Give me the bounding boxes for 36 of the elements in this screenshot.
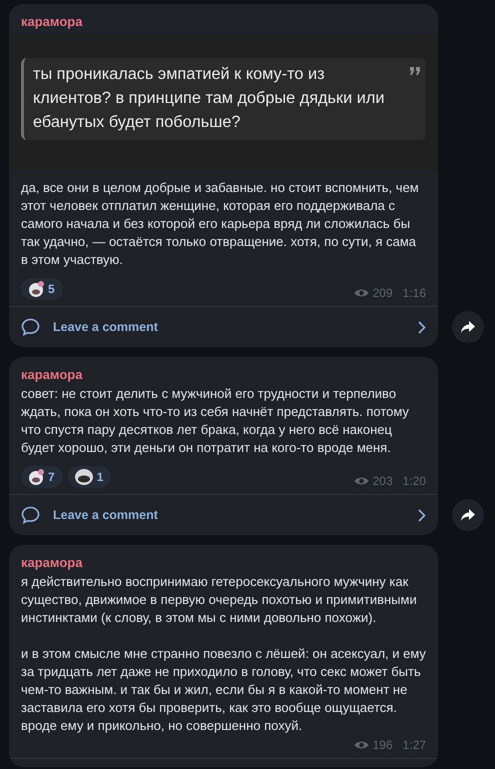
view-count: 203	[372, 474, 393, 488]
sticker-icon	[74, 468, 94, 486]
comment-label: Leave a comment	[53, 320, 159, 334]
message-time: 1:27	[402, 738, 426, 752]
chevron-right-icon	[418, 320, 426, 334]
eye-icon	[354, 740, 369, 750]
quote-icon	[410, 67, 420, 75]
eye-icon	[354, 476, 369, 486]
message-text: и в этом смысле мне странно повезло с лёшей: он асексуал, и ему за тридцать лет даже не приходило в голову, что секс может быть чем-то важным. и так бы и жил, если бы я в какой-то момент не заставила его хотя бы проверить, как это вообще ощущается. вроде ему и прикольно, но совершенно похуй.	[21, 645, 426, 735]
sticker-icon	[27, 280, 45, 298]
share-icon	[461, 509, 475, 521]
view-count: 196	[372, 738, 393, 752]
view-count: 209	[372, 286, 393, 300]
comment-row[interactable]: Leave a comment	[9, 306, 438, 347]
comment-row[interactable]: Leave a comment	[9, 494, 438, 535]
author-name: карамора	[20, 366, 84, 382]
quote-text: ты проникалась эмпатией к кому-то из клиентов? в принципе там добрые дядьки или ебанутых будет побольше?	[21, 58, 426, 140]
message-time: 1:16	[402, 286, 426, 300]
sticker-icon	[27, 468, 45, 486]
message-text: да, все они в целом добрые и забавные. но стоит вспомнить, чем этот человек отплатил женщине, которая его поддерживала с самого начала и без которой его карьера вряд ли сложилась бы так удачно, — остаётся только отвращение. хотя, по сути, я сама в этом участвую.	[21, 179, 420, 269]
message-text: я действительно воспринимаю гетеросексуального мужчину как существо, движимое в первую очередь похотью и примитивными инстинктами (к слову, в этом мы с ними довольно похожи).	[21, 573, 418, 627]
eye-icon	[354, 288, 369, 298]
comment-icon	[21, 318, 40, 336]
message-time: 1:20	[402, 474, 426, 488]
share-icon	[461, 321, 475, 333]
comment-icon	[21, 506, 40, 524]
share-button[interactable]	[452, 311, 484, 343]
message-text: совет: не стоит делить с мужчиной его трудности и терпеливо ждать, пока он хоть что-то из себя начнёт представлять. потому что спустя пару десятков лет брака, когда у него всё наконец будет хорошо, эти деньги он потратит на кого-то вроде меня.	[21, 385, 410, 457]
reaction-chip[interactable]: 1	[68, 466, 112, 488]
author-name: карамора	[20, 13, 84, 29]
reaction-chip[interactable]: 5	[21, 278, 63, 300]
chevron-right-icon	[418, 508, 426, 522]
reaction-chip[interactable]: 7	[21, 466, 63, 488]
share-button[interactable]	[452, 499, 484, 531]
author-name: карамора	[20, 554, 84, 570]
comment-label: Leave a comment	[53, 508, 159, 522]
